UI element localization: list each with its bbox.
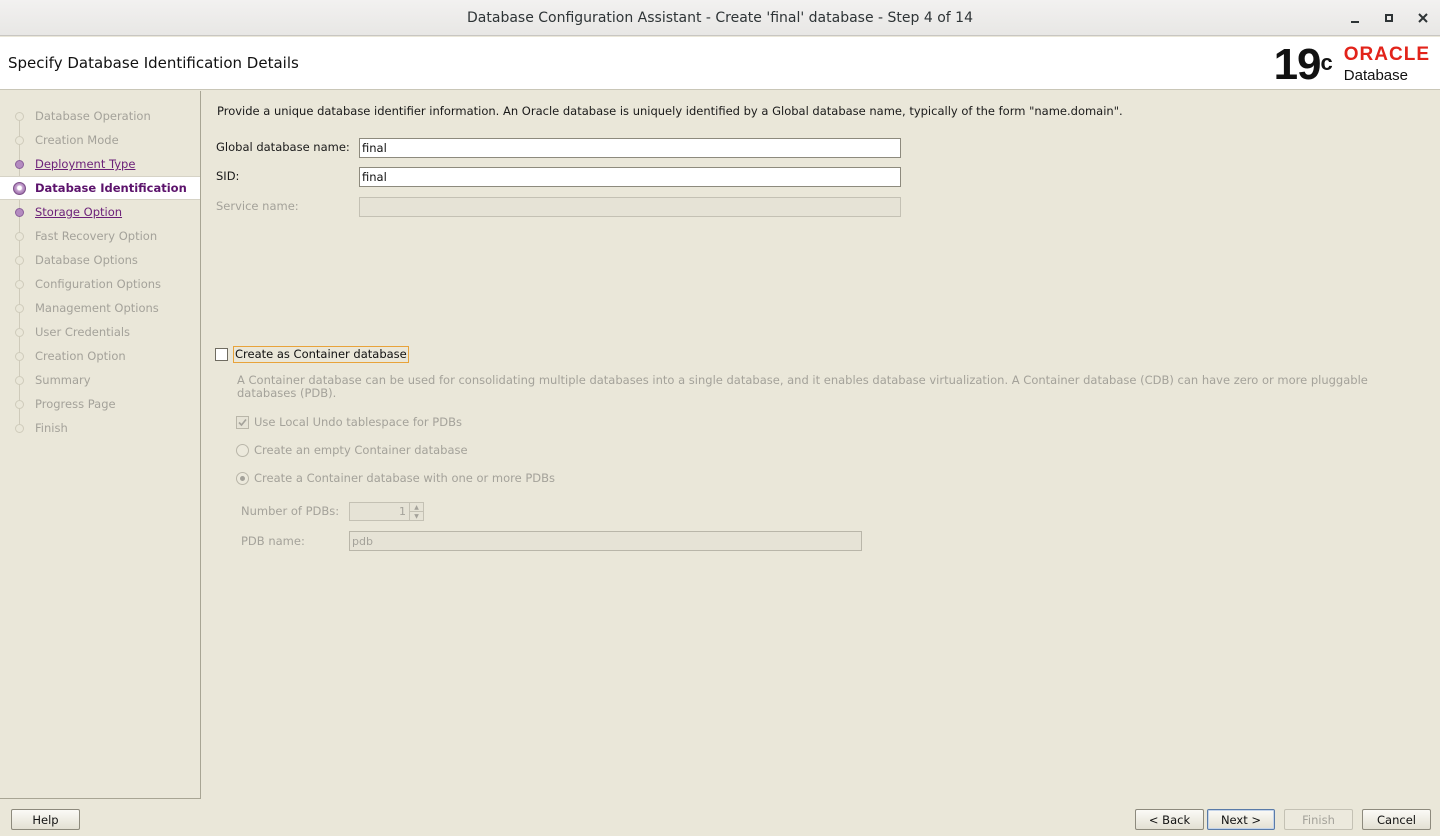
- num-pdbs-row: Number of PDBs: 1 ▲ ▼: [241, 501, 881, 521]
- step-creation-mode: Creation Mode: [0, 129, 200, 151]
- sid-label: SID:: [216, 169, 240, 183]
- cdb-with-pdbs-radio: [236, 471, 249, 485]
- checkmark-icon: [238, 418, 247, 426]
- logo-product: Database: [1343, 67, 1408, 84]
- step-dot-icon: [15, 424, 24, 433]
- page-header: Specify Database Identification Details …: [0, 37, 1440, 90]
- empty-cdb-option: Create an empty Container database: [236, 442, 468, 458]
- step-storage-option[interactable]: Storage Option: [0, 201, 200, 223]
- sid-row: SID:: [216, 167, 916, 187]
- global-db-name-input[interactable]: [359, 138, 901, 158]
- stepper-arrows: ▲ ▼: [409, 503, 423, 520]
- chevron-up-icon: ▲: [410, 503, 423, 512]
- step-dot-icon: [15, 304, 24, 313]
- page-title: Specify Database Identification Details: [8, 54, 299, 72]
- pdb-name-label: PDB name:: [241, 534, 305, 548]
- chevron-down-icon: ▼: [414, 512, 419, 520]
- back-button[interactable]: < Back: [1135, 809, 1204, 830]
- local-undo-label: Use Local Undo tablespace for PDBs: [254, 415, 462, 429]
- help-button[interactable]: Help: [11, 809, 80, 830]
- step-dot-icon: [15, 376, 24, 385]
- step-dot-icon: [15, 136, 24, 145]
- window-controls: [1338, 0, 1440, 36]
- next-button[interactable]: Next >: [1207, 809, 1275, 830]
- step-dot-icon: [15, 208, 24, 217]
- local-undo-option: Use Local Undo tablespace for PDBs: [236, 414, 462, 430]
- step-database-options: Database Options: [0, 249, 200, 271]
- intro-text: Provide a unique database identifier inf…: [217, 104, 1123, 118]
- step-dot-icon: [15, 352, 24, 361]
- logo-version: 19c: [1273, 40, 1333, 89]
- logo-oracle: ORACLE: [1343, 44, 1430, 65]
- local-undo-checkbox: [236, 415, 249, 429]
- global-db-name-label: Global database name:: [216, 140, 350, 154]
- container-db-description: A Container database can be used for con…: [237, 373, 1368, 400]
- empty-cdb-label: Create an empty Container database: [254, 443, 468, 457]
- finish-button: Finish: [1284, 809, 1353, 830]
- container-db-label[interactable]: Create as Container database: [233, 345, 409, 363]
- step-current-icon: [13, 182, 26, 195]
- pdb-name-row: PDB name:: [241, 531, 881, 551]
- radio-selected-icon: [240, 475, 245, 481]
- step-deployment-type[interactable]: Deployment Type: [0, 153, 200, 175]
- step-dot-icon: [15, 328, 24, 337]
- step-user-credentials: User Credentials: [0, 321, 200, 343]
- step-dot-icon: [15, 232, 24, 241]
- step-management-options: Management Options: [0, 297, 200, 319]
- step-progress-page: Progress Page: [0, 393, 200, 415]
- pdb-name-input: [349, 531, 862, 551]
- window-title: Database Configuration Assistant - Creat…: [467, 9, 973, 26]
- cancel-button[interactable]: Cancel: [1362, 809, 1431, 830]
- num-pdbs-value: 1: [399, 505, 406, 518]
- cdb-with-pdbs-option: Create a Container database with one or …: [236, 470, 555, 486]
- maximize-icon[interactable]: [1372, 0, 1406, 36]
- container-db-checkbox-row[interactable]: Create as Container database: [215, 345, 409, 363]
- step-fast-recovery-option: Fast Recovery Option: [0, 225, 200, 247]
- step-configuration-options: Configuration Options: [0, 273, 200, 295]
- window-titlebar: Database Configuration Assistant - Creat…: [0, 0, 1440, 36]
- step-creation-option: Creation Option: [0, 345, 200, 367]
- cdb-with-pdbs-label: Create a Container database with one or …: [254, 471, 556, 485]
- step-dot-icon: [15, 400, 24, 409]
- step-dot-icon: [15, 160, 24, 169]
- step-finish: Finish: [0, 417, 200, 439]
- step-dot-icon: [15, 280, 24, 289]
- service-name-input: [359, 197, 901, 217]
- step-summary: Summary: [0, 369, 200, 391]
- main-panel: Provide a unique database identifier inf…: [202, 91, 1440, 799]
- num-pdbs-stepper: 1 ▲ ▼: [349, 502, 424, 521]
- global-db-name-row: Global database name:: [216, 138, 916, 158]
- close-icon[interactable]: [1406, 0, 1440, 36]
- sid-input[interactable]: [359, 167, 901, 187]
- oracle-logo: 19c ORACLE Database: [1274, 43, 1430, 87]
- service-name-label: Service name:: [216, 199, 299, 213]
- step-dot-icon: [15, 112, 24, 121]
- steps-navigator: Database Operation Creation Mode Deploym…: [0, 91, 201, 799]
- service-name-row: Service name:: [216, 197, 916, 217]
- container-db-checkbox[interactable]: [215, 347, 228, 361]
- logo-brand: ORACLE Database: [1344, 43, 1430, 85]
- minimize-icon[interactable]: [1338, 0, 1372, 36]
- empty-cdb-radio: [236, 443, 249, 457]
- num-pdbs-label: Number of PDBs:: [241, 504, 340, 518]
- step-dot-icon: [15, 256, 24, 265]
- step-database-identification: Database Identification: [0, 176, 200, 200]
- step-database-operation: Database Operation: [0, 105, 200, 127]
